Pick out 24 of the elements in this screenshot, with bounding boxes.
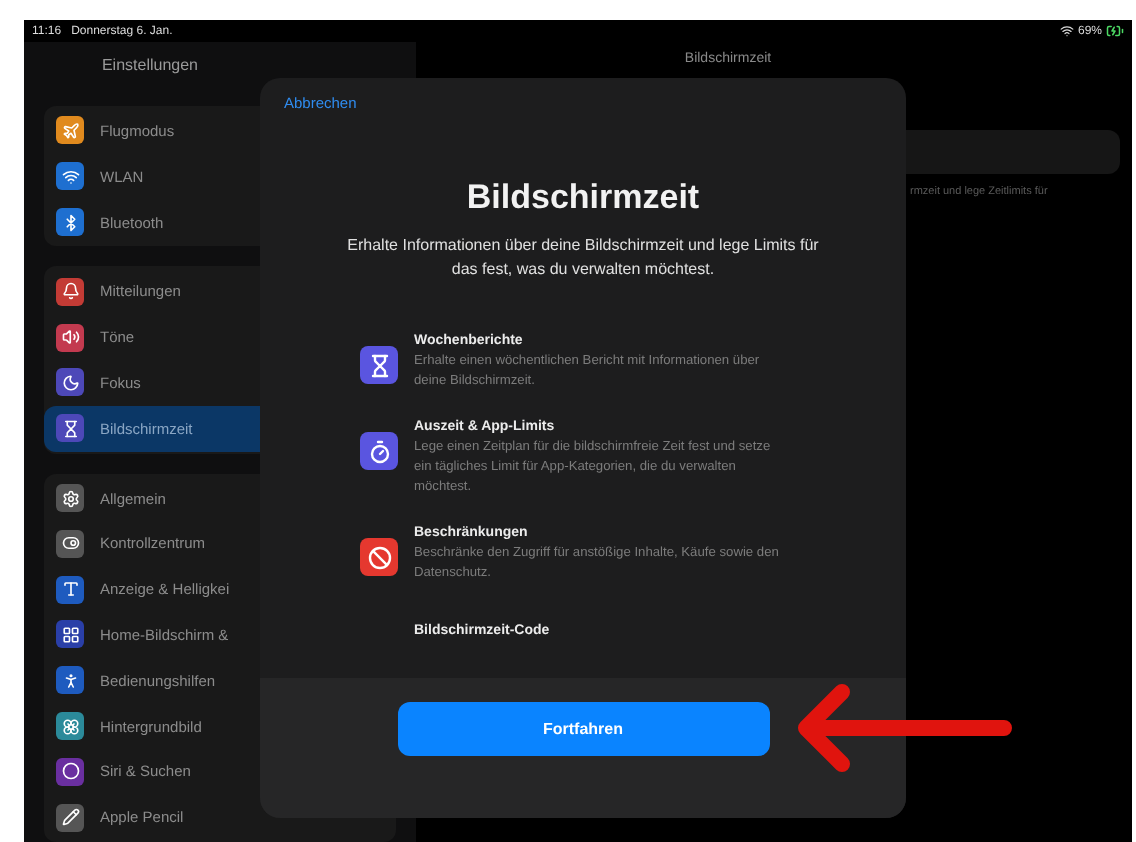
bell-icon xyxy=(56,277,84,306)
battery-icon xyxy=(1106,22,1124,40)
toggle-icon xyxy=(56,529,84,558)
timer-icon xyxy=(360,432,398,470)
accessibility-icon xyxy=(56,666,84,695)
speaker-icon xyxy=(56,323,84,352)
orb-icon xyxy=(56,757,84,786)
pencil-icon xyxy=(56,803,84,832)
text-size-icon xyxy=(56,575,84,604)
modal-subtitle: Erhalte Informationen über deine Bildschirmzeit und lege Limits für das fest, was du verwalten möchtest. xyxy=(345,234,821,282)
flower-icon xyxy=(56,712,84,740)
settings-icon xyxy=(56,484,84,513)
bluetooth-icon xyxy=(56,208,84,237)
airplane-icon xyxy=(56,116,84,145)
continue-button[interactable]: Fortfahren xyxy=(397,702,769,756)
modal-title: Bildschirmzeit xyxy=(464,178,702,218)
sidebar-title: Einstellungen xyxy=(99,53,201,78)
wifi-icon xyxy=(56,162,84,191)
hourglass-icon xyxy=(360,346,398,384)
moon-icon xyxy=(56,368,84,397)
wifi-icon xyxy=(1059,24,1074,38)
hourglass-icon xyxy=(56,414,84,443)
no-entry-icon xyxy=(360,538,398,576)
grid-icon xyxy=(56,620,84,649)
